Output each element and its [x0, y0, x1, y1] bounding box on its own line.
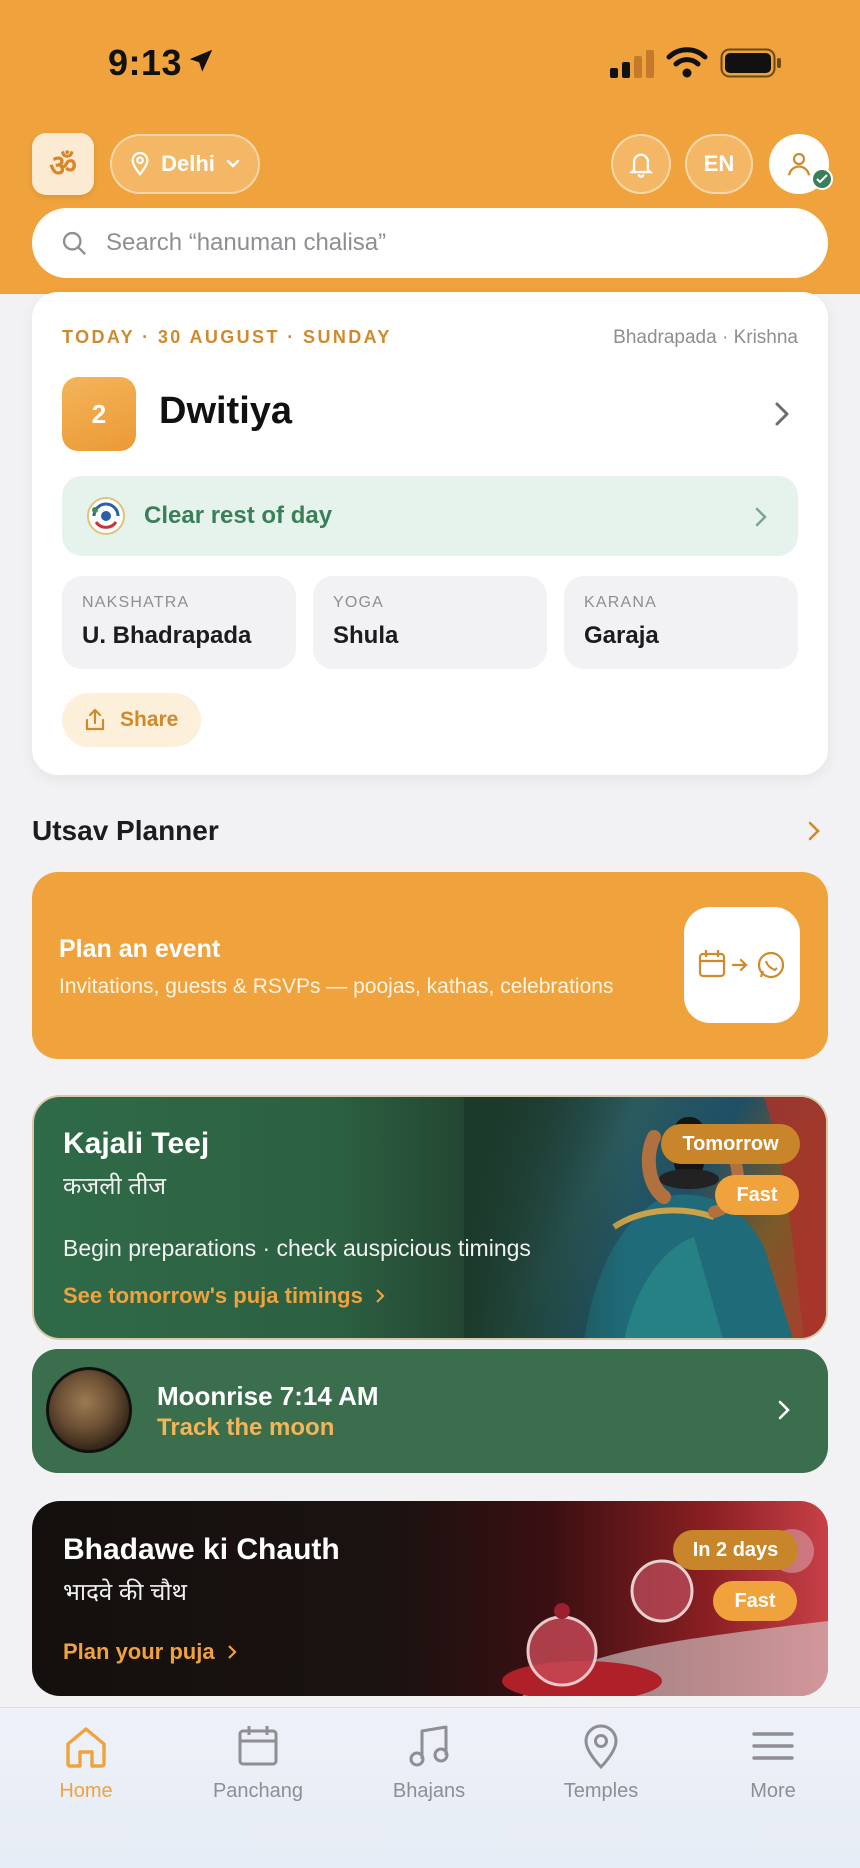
chevron-down-icon	[226, 159, 240, 168]
tab-panchang[interactable]: Panchang	[183, 1722, 333, 1803]
fast-badge: Fast	[715, 1175, 799, 1215]
festival-description: Begin preparations · check auspicious ti…	[63, 1235, 531, 1261]
festival-card-kajali-teej[interactable]: Kajali Teej कजली तीज Begin preparations …	[32, 1095, 828, 1340]
festival-name-hindi: कजली तीज	[63, 1173, 167, 1200]
nakshatra-tile[interactable]: NAKSHATRA U. Bhadrapada	[62, 576, 296, 669]
today-date: TODAY · 30 AUGUST · SUNDAY	[62, 327, 392, 347]
calendar-icon	[238, 1726, 278, 1766]
festival-name: Bhadawe ki Chauth	[63, 1533, 340, 1566]
festival-link-label: Plan your puja	[63, 1639, 215, 1664]
status-time: 9:13	[108, 42, 183, 83]
notifications-button[interactable]	[611, 134, 671, 194]
today-panchang-card[interactable]: TODAY · 30 AUGUST · SUNDAY Bhadrapada · …	[32, 292, 828, 775]
chevron-right-icon	[376, 1289, 385, 1303]
wifi-icon	[666, 47, 708, 78]
share-button[interactable]: Share	[62, 693, 201, 747]
plan-event-icon	[684, 907, 800, 1023]
month-paksha: Bhadrapada · Krishna	[613, 327, 798, 348]
moonrise-time: Moonrise 7:14 AM	[157, 1381, 379, 1411]
moonrise-card[interactable]: Moonrise 7:14 AM Track the moon	[32, 1349, 828, 1473]
calendar-to-whatsapp-icon	[698, 950, 785, 979]
tab-label: Bhajans	[392, 1780, 466, 1802]
chevron-right-icon[interactable]	[807, 820, 821, 842]
chevron-right-icon[interactable]	[773, 400, 791, 428]
tab-label: Home	[59, 1780, 113, 1802]
festival-link[interactable]: Plan your puja	[63, 1639, 237, 1665]
festival-link-label: See tomorrow's puja timings	[63, 1283, 363, 1308]
festival-link[interactable]: See tomorrow's puja timings	[63, 1283, 385, 1309]
festival-name: Kajali Teej	[63, 1127, 210, 1160]
language-label: EN	[703, 151, 735, 176]
yoga-tile[interactable]: YOGA Shula	[313, 576, 547, 669]
track-moon-label: Track the moon	[157, 1414, 335, 1441]
tab-bhajans[interactable]: Bhajans	[354, 1722, 504, 1803]
cellular-signal-icon	[610, 50, 654, 78]
tab-home[interactable]: Home	[11, 1722, 161, 1803]
location-selector[interactable]: Delhi	[110, 134, 260, 194]
plan-event-card[interactable]: Plan an event Invitations, guests & RSVP…	[32, 872, 828, 1059]
karana-value: Garaja	[584, 622, 659, 649]
planet-status-icon	[87, 497, 125, 535]
tithi-number-badge: 2	[62, 377, 136, 451]
app-logo[interactable]: ॐ	[32, 133, 94, 195]
search-input[interactable]: Search “hanuman chalisa”	[32, 208, 828, 278]
festival-card-bhadawe-ki-chauth[interactable]: Bhadawe ki Chauth भादवे की चौथ Plan your…	[32, 1501, 828, 1696]
map-pin-icon	[131, 151, 149, 176]
menu-icon	[752, 1732, 794, 1760]
karana-label: KARANA	[584, 594, 657, 611]
yoga-value: Shula	[333, 622, 399, 649]
profile-button[interactable]	[769, 134, 833, 194]
battery-icon	[720, 48, 781, 78]
share-icon	[85, 708, 105, 731]
plan-event-subtitle: Invitations, guests & RSVPs — poojas, ka…	[59, 975, 614, 998]
plan-event-title: Plan an event	[59, 935, 221, 963]
nakshatra-label: NAKSHATRA	[82, 594, 190, 611]
location-arrow-icon	[189, 49, 213, 72]
day-status-row[interactable]: Clear rest of day	[62, 476, 798, 556]
share-label: Share	[120, 708, 179, 731]
when-badge: Tomorrow	[661, 1124, 800, 1164]
festival-name-hindi: भादवे की चौथ	[63, 1579, 187, 1606]
chevron-right-icon	[755, 507, 767, 527]
nakshatra-value: U. Bhadrapada	[82, 622, 252, 649]
tab-more[interactable]: More	[698, 1722, 848, 1803]
search-placeholder: Search “hanuman chalisa”	[106, 229, 387, 256]
map-pin-icon	[584, 1724, 618, 1770]
tithi-name: Dwitiya	[159, 390, 293, 432]
bottom-tab-bar: Home Panchang Bhajans Temples More	[0, 1707, 860, 1868]
moon-icon	[46, 1367, 132, 1453]
chevron-right-icon	[778, 1400, 790, 1420]
tab-label: More	[750, 1780, 796, 1802]
chevron-right-icon	[227, 1645, 237, 1659]
tab-label: Panchang	[212, 1780, 304, 1802]
fast-badge: Fast	[713, 1581, 797, 1621]
music-note-icon	[409, 1725, 449, 1767]
status-bar: 9:13	[0, 0, 860, 120]
yoga-label: YOGA	[333, 594, 385, 611]
bell-icon	[628, 153, 654, 178]
search-icon	[62, 231, 86, 255]
utsav-planner-title: Utsav Planner	[32, 815, 219, 846]
app-header: 9:13 ॐ Delhi EN Search “hanuman chalisa”	[0, 0, 860, 294]
user-icon	[787, 152, 811, 176]
language-button[interactable]: EN	[685, 134, 753, 194]
verified-badge-icon	[811, 168, 833, 190]
tab-temples[interactable]: Temples	[526, 1722, 676, 1803]
home-icon	[66, 1727, 106, 1768]
when-badge: In 2 days	[673, 1530, 798, 1570]
day-status-label: Clear rest of day	[144, 502, 333, 529]
karana-tile[interactable]: KARANA Garaja	[564, 576, 798, 669]
location-label: Delhi	[161, 151, 215, 176]
tab-label: Temples	[563, 1780, 639, 1802]
